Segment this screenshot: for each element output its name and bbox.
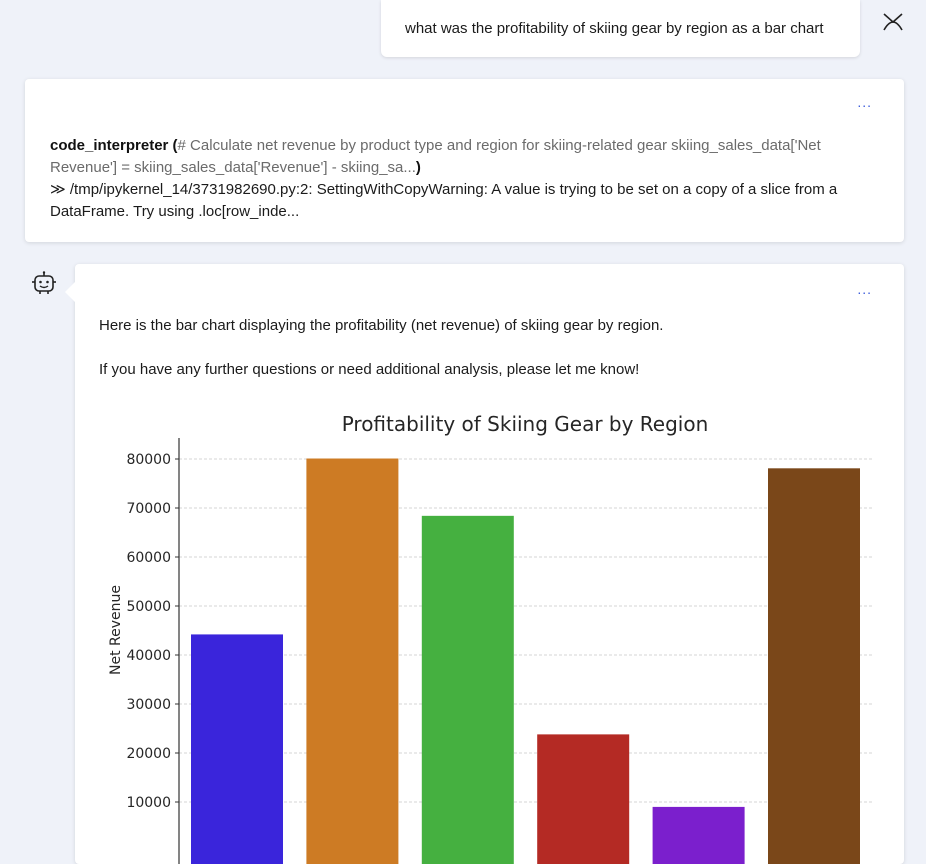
y-tick-label: 80000 bbox=[126, 452, 171, 468]
bar bbox=[421, 515, 514, 864]
output-arrow-icon: ≫ bbox=[50, 181, 66, 198]
bar bbox=[537, 734, 630, 864]
user-avatar-icon bbox=[880, 10, 906, 34]
bar-chart: Profitability of Skiing Gear by Region 10… bbox=[108, 412, 872, 864]
user-message-text: what was the profitability of skiing gea… bbox=[405, 20, 824, 37]
tool-call-card: ... code_interpreter (# Calculate net re… bbox=[25, 79, 904, 242]
y-tick-label: 60000 bbox=[126, 550, 171, 566]
assistant-message-card: ... Here is the bar chart displaying the… bbox=[65, 264, 904, 864]
tool-open-paren: ( bbox=[168, 137, 178, 154]
bar bbox=[768, 468, 860, 864]
tool-call-line: code_interpreter (# Calculate net revenu… bbox=[50, 135, 880, 179]
bot-avatar-icon bbox=[30, 270, 58, 298]
bar bbox=[191, 634, 283, 864]
y-tick-label: 10000 bbox=[126, 795, 171, 811]
y-axis-label: Net Revenue bbox=[108, 585, 124, 675]
y-tick-label: 30000 bbox=[126, 697, 171, 713]
tool-output-text: /tmp/ipykernel_14/3731982690.py:2: Setti… bbox=[50, 181, 838, 220]
y-tick-label: 50000 bbox=[126, 599, 171, 615]
tool-output-line: ≫ /tmp/ipykernel_14/3731982690.py:2: Set… bbox=[50, 179, 880, 223]
bar bbox=[652, 806, 745, 864]
tool-card-more-button[interactable]: ... bbox=[857, 91, 872, 113]
user-message-bubble: what was the profitability of skiing gea… bbox=[381, 0, 860, 57]
chart-title: Profitability of Skiing Gear by Region bbox=[342, 412, 709, 436]
bar bbox=[306, 458, 399, 864]
y-tick-label: 40000 bbox=[126, 648, 171, 664]
y-tick-label: 20000 bbox=[126, 746, 171, 762]
tool-close-paren: ) bbox=[415, 159, 421, 176]
y-tick-label: 70000 bbox=[126, 501, 171, 517]
tool-name: code_interpreter bbox=[50, 137, 169, 154]
bubble-tail bbox=[65, 282, 75, 302]
